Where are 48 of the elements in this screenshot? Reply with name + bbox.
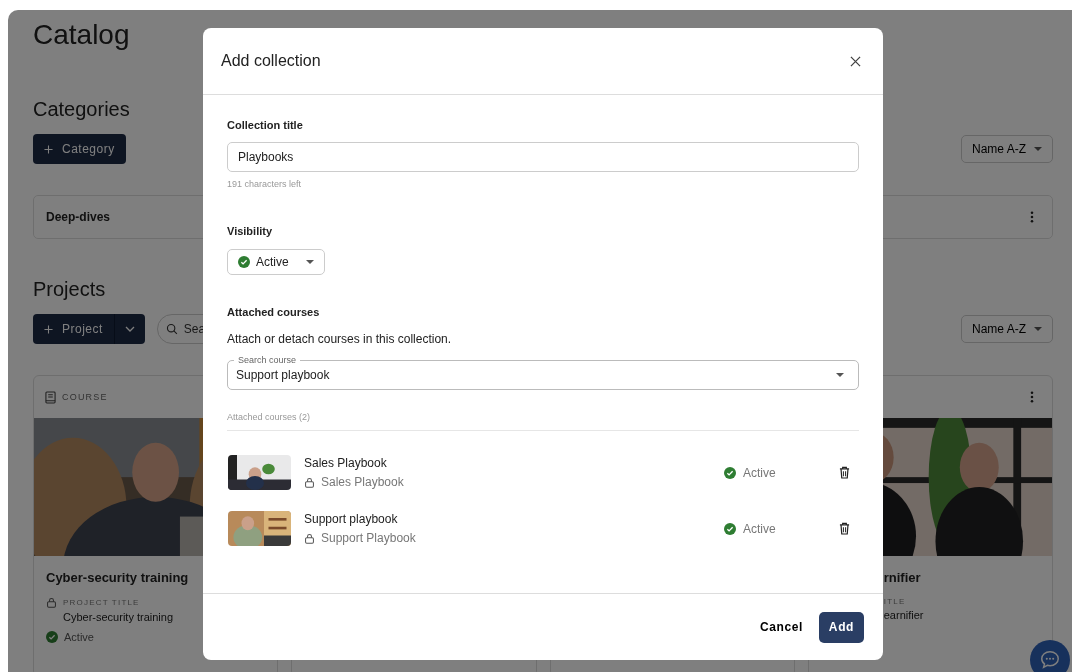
list-label: Attached courses (2)	[227, 412, 859, 431]
add-project-button[interactable]: Project	[33, 314, 145, 344]
sort-dropdown[interactable]: Name A-Z	[961, 315, 1053, 343]
field-label: Collection title	[227, 119, 303, 131]
field-label: ITLE	[883, 597, 906, 606]
add-category-button[interactable]: Category	[33, 134, 126, 164]
status-label: Active	[64, 631, 94, 643]
trash-icon[interactable]	[839, 522, 850, 535]
section-heading: Categories	[33, 97, 131, 122]
more-icon[interactable]	[1030, 391, 1034, 403]
category-name: Deep-dives	[46, 210, 111, 224]
section-heading: Attached courses	[227, 306, 320, 318]
page-title: Catalog	[33, 18, 131, 52]
visibility-select[interactable]: Active	[227, 249, 325, 275]
field-value: earnifier	[883, 609, 925, 621]
card-title: rnifier	[883, 570, 922, 585]
book-icon	[45, 390, 56, 404]
project-name: Support Playbook	[321, 531, 416, 545]
project-name: Sales Playbook	[321, 475, 404, 489]
more-icon[interactable]	[1030, 211, 1034, 223]
status-label: Active	[743, 521, 776, 536]
field-value: Cyber-security training	[62, 611, 175, 623]
dialog-title: Add collection	[221, 52, 321, 70]
section-description: Attach or detach courses in this collection.	[227, 332, 452, 346]
lock-icon	[304, 532, 315, 544]
chat-icon	[1039, 649, 1061, 671]
chat-button[interactable]	[1030, 640, 1070, 672]
section-heading: Projects	[33, 277, 107, 302]
close-icon[interactable]	[850, 55, 861, 67]
trash-icon[interactable]	[839, 466, 850, 479]
card-title: Cyber-security training	[46, 570, 190, 585]
cancel-button[interactable]: Cancel	[759, 612, 803, 642]
chevron-down-icon[interactable]	[124, 326, 135, 332]
add-button[interactable]: Add	[818, 611, 864, 643]
field-label: Visibility	[227, 225, 273, 237]
helper-text: 191 characters left	[227, 179, 302, 189]
sort-dropdown[interactable]: Name A-Z	[961, 135, 1053, 163]
search-icon	[165, 323, 178, 335]
status-label: Active	[743, 465, 776, 480]
plus-icon	[44, 324, 53, 334]
plus-icon	[44, 144, 53, 154]
check-icon	[238, 256, 250, 268]
lock-icon	[304, 476, 315, 488]
title-input[interactable]: Playbooks	[227, 142, 859, 172]
card-type: COURSE	[62, 392, 108, 402]
course-title: Support playbook	[304, 512, 399, 526]
lock-icon	[46, 597, 57, 608]
course-title: Sales Playbook	[304, 456, 388, 470]
